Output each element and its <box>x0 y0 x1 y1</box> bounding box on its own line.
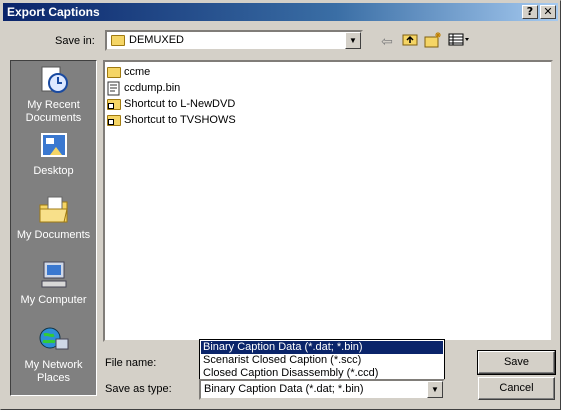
place-desktop[interactable]: Desktop <box>11 131 96 178</box>
place-label: My Network Places <box>24 359 83 384</box>
save-in-label: Save in: <box>55 35 95 47</box>
save-as-type-options[interactable]: Binary Caption Data (*.dat; *.bin) Scena… <box>199 339 445 380</box>
view-menu-icon[interactable] <box>447 32 471 50</box>
my-documents-icon <box>38 195 70 225</box>
file-name-label: File name: <box>105 357 157 369</box>
desktop-icon <box>38 131 70 161</box>
folder-icon <box>111 35 125 46</box>
save-as-type-label: Save as type: <box>105 383 172 395</box>
up-folder-icon[interactable] <box>400 32 420 50</box>
new-folder-icon[interactable] <box>423 32 443 50</box>
window-title: Export Captions <box>7 5 100 19</box>
place-my-computer[interactable]: My Computer <box>11 260 96 307</box>
file-icon <box>107 81 123 96</box>
back-icon[interactable]: ⇦ <box>377 32 397 50</box>
place-label: Desktop <box>33 165 74 177</box>
folder-icon <box>107 67 121 78</box>
title-bar: Export Captions <box>3 3 558 21</box>
save-in-value: DEMUXED <box>129 34 185 46</box>
place-label: My Recent Documents <box>25 99 82 124</box>
help-button[interactable]: ? <box>522 5 538 19</box>
recent-documents-icon <box>38 65 70 95</box>
cancel-button[interactable]: Cancel <box>478 377 555 400</box>
save-in-combo[interactable]: DEMUXED ▼ <box>105 30 363 51</box>
place-my-recent-documents[interactable]: My Recent Documents <box>11 65 96 125</box>
places-bar: My Recent Documents Desktop My Documents… <box>10 60 97 396</box>
folder-shortcut-icon <box>107 99 121 110</box>
folder-shortcut-icon <box>107 115 121 126</box>
close-button[interactable]: ✕ <box>540 5 556 19</box>
chevron-down-icon[interactable]: ▼ <box>427 381 443 398</box>
place-label: My Documents <box>16 229 91 241</box>
place-label: My Computer <box>20 294 87 306</box>
place-my-documents[interactable]: My Documents <box>11 195 96 242</box>
chevron-down-icon[interactable]: ▼ <box>345 32 361 49</box>
type-option[interactable]: Scenarist Closed Caption (*.scc) <box>201 354 443 367</box>
file-list[interactable]: ccme ccdump.bin Shortcut to L-NewDVD Sho… <box>103 60 553 342</box>
save-as-type-combo[interactable]: Binary Caption Data (*.dat; *.bin) ▼ <box>199 379 445 400</box>
my-computer-icon <box>38 260 70 290</box>
save-as-type-value: Binary Caption Data (*.dat; *.bin) <box>204 383 364 395</box>
export-captions-dialog: Export Captions ? ✕ Save in: DEMUXED ▼ ⇦… <box>0 0 561 410</box>
network-places-icon <box>38 325 70 355</box>
type-option[interactable]: Binary Caption Data (*.dat; *.bin) <box>201 341 443 354</box>
save-button[interactable]: Save <box>477 350 556 375</box>
place-my-network-places[interactable]: My Network Places <box>11 325 96 385</box>
